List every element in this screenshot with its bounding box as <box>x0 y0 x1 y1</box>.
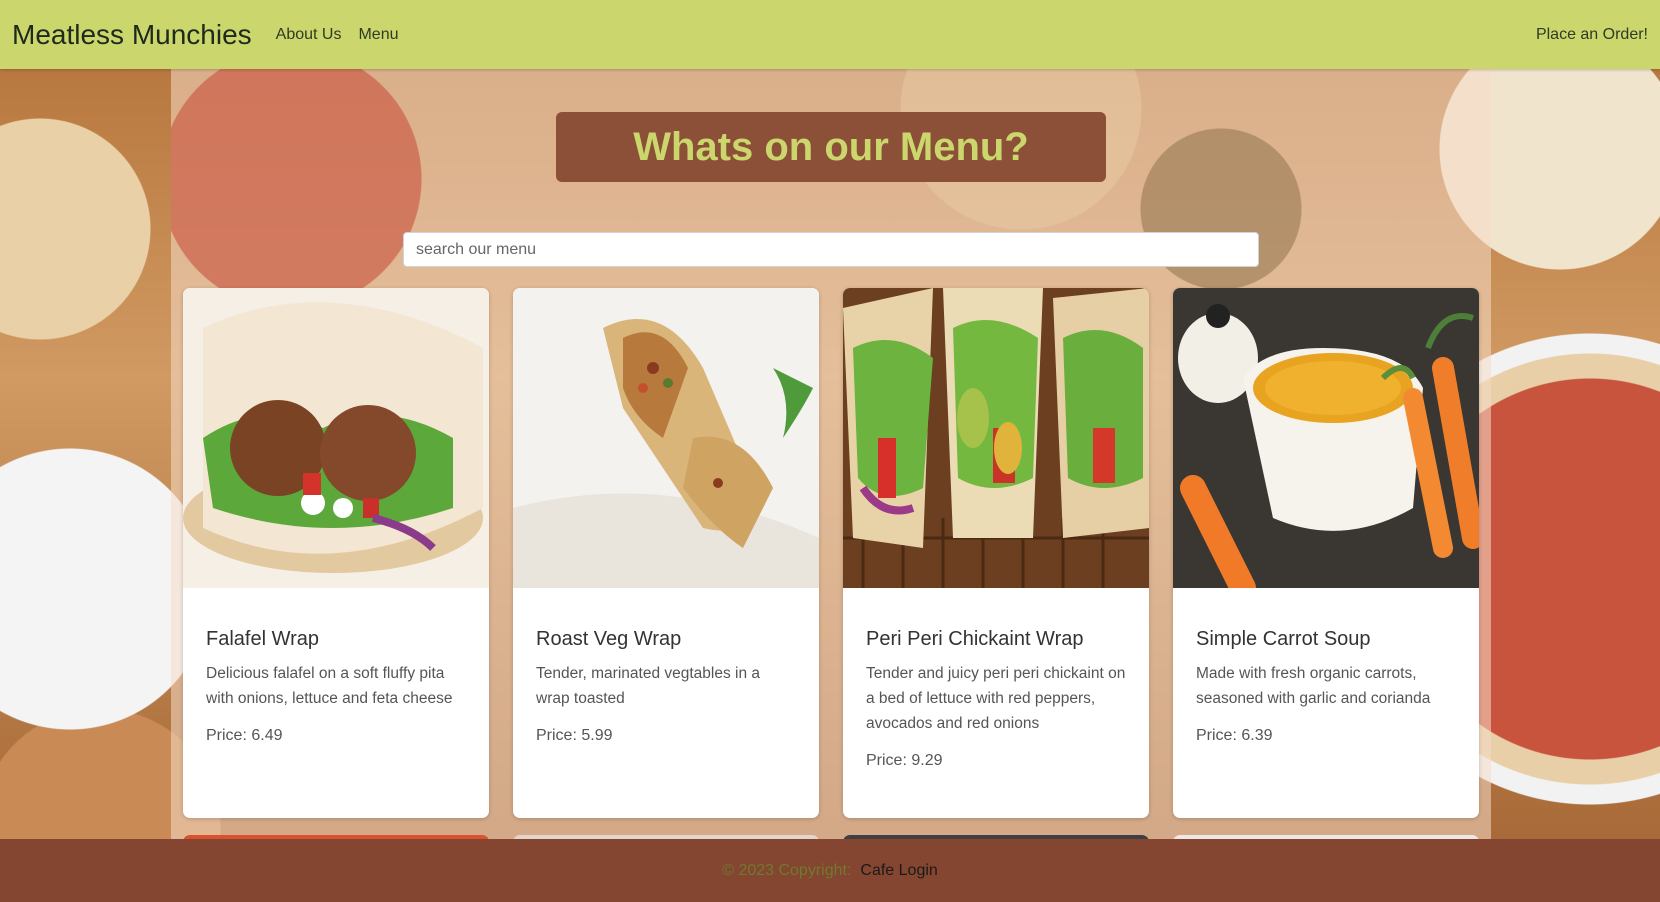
brand-logo-text[interactable]: Meatless Munchies <box>12 19 252 51</box>
menu-item-name: Roast Veg Wrap <box>536 628 682 650</box>
menu-card[interactable]: Falafel Wrap Delicious falafel on a soft… <box>183 288 489 818</box>
peri-peri-wrap-image <box>843 288 1149 588</box>
page-footer: © 2023 Copyright: Cafe Login <box>0 839 1660 902</box>
menu-item-name: Peri Peri Chickaint Wrap <box>866 628 1084 650</box>
menu-card-body: Roast Veg Wrap Tender, marinated vegtabl… <box>513 588 819 745</box>
menu-item-price: Price: 6.39 <box>1196 727 1273 744</box>
menu-item-price: Price: 9.29 <box>866 752 943 769</box>
carrot-soup-image <box>1173 288 1479 588</box>
menu-card-body: Falafel Wrap Delicious falafel on a soft… <box>183 588 489 745</box>
menu-card[interactable]: Roast Veg Wrap Tender, marinated vegtabl… <box>513 288 819 818</box>
menu-card[interactable]: Simple Carrot Soup Made with fresh organ… <box>1173 288 1479 818</box>
falafel-wrap-image <box>183 288 489 588</box>
menu-card[interactable]: Peri Peri Chickaint Wrap Tender and juic… <box>843 288 1149 818</box>
search-input[interactable] <box>403 232 1259 267</box>
page-title: Whats on our Menu? <box>633 124 1029 169</box>
menu-item-price: Price: 6.49 <box>206 727 283 744</box>
menu-item-description: Made with fresh organic carrots, seasone… <box>1196 665 1431 707</box>
menu-card-body: Peri Peri Chickaint Wrap Tender and juic… <box>843 588 1149 770</box>
menu-card-body: Simple Carrot Soup Made with fresh organ… <box>1173 588 1479 745</box>
menu-item-description: Tender and juicy peri peri chickaint on … <box>866 665 1126 732</box>
place-order-link[interactable]: Place an Order! <box>1536 26 1648 44</box>
nav-link-menu[interactable]: Menu <box>358 26 398 44</box>
nav-link-about-us[interactable]: About Us <box>276 26 342 44</box>
cafe-login-link[interactable]: Cafe Login <box>860 862 937 880</box>
menu-item-name: Falafel Wrap <box>206 628 320 650</box>
menu-title-box: Whats on our Menu? <box>556 112 1106 182</box>
roast-veg-wrap-image <box>513 288 819 588</box>
top-navbar: Meatless Munchies About Us Menu Place an… <box>0 0 1660 69</box>
menu-item-description: Delicious falafel on a soft fluffy pita … <box>206 665 453 707</box>
menu-item-price: Price: 5.99 <box>536 727 613 744</box>
copyright-text: © 2023 Copyright: <box>722 861 852 879</box>
menu-hero: Whats on our Menu? search our menu Falaf… <box>0 69 1660 839</box>
menu-item-name: Simple Carrot Soup <box>1196 628 1371 650</box>
menu-item-description: Tender, marinated vegtables in a wrap to… <box>536 665 761 707</box>
